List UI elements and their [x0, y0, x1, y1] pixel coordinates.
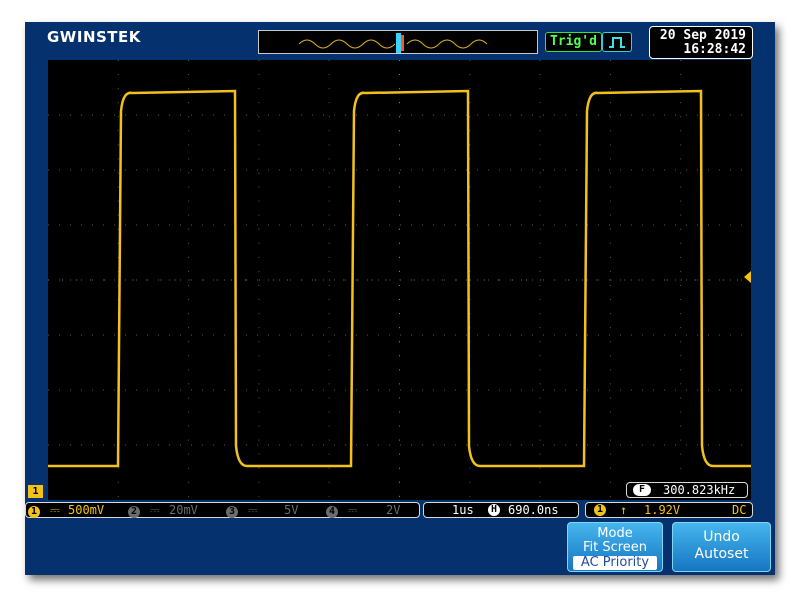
overview-trigger-marker — [401, 35, 404, 51]
timebase-scale: 1us — [452, 503, 474, 517]
autoset-label: Autoset — [694, 546, 749, 562]
time-text: 16:28:42 — [683, 42, 746, 57]
mode-button-title: Mode — [597, 526, 633, 541]
horizontal-position-icon: H — [488, 504, 500, 516]
channel4-badge: 4 — [326, 506, 338, 518]
channel1-waveform — [48, 89, 751, 468]
trigger-coupling: DC — [732, 503, 747, 517]
trigger-status: Trig'd — [545, 32, 602, 52]
date-text: 20 Sep 2019 — [659, 28, 746, 43]
date-time-display: 20 Sep 2019 16:28:42 — [649, 26, 753, 59]
undo-label: Undo — [703, 529, 740, 545]
rising-pulse-icon[interactable] — [602, 32, 632, 52]
trigger-bar[interactable]: 1 ↑ 1.92V DC — [585, 502, 753, 518]
frequency-badge-icon: F — [633, 484, 651, 496]
channel3-badge: 3 — [226, 506, 238, 518]
overview-window-marker — [396, 33, 401, 53]
channel2-badge: 2 — [128, 506, 140, 518]
overview-waveform — [298, 33, 488, 53]
waveform-display[interactable] — [48, 60, 751, 500]
channel1-info[interactable]: 1 — [28, 503, 40, 518]
channel2-coupling-icon: ⎓ — [150, 503, 160, 517]
timebase-bar[interactable]: 1us H 690.0ns — [423, 502, 579, 518]
channel1-badge: 1 — [28, 506, 40, 518]
channel3-info[interactable]: 3 — [226, 503, 238, 518]
trigger-source-badge: 1 — [594, 504, 606, 516]
channel2-info[interactable]: 2 — [128, 503, 140, 518]
channel1-ground-marker: 1 — [28, 485, 43, 498]
channel2-scale: 20mV — [169, 503, 198, 517]
channel4-coupling-icon: ⎓ — [348, 503, 358, 517]
trigger-slope-icon: ↑ — [620, 503, 628, 517]
mode-option-ac-priority: AC Priority — [573, 556, 657, 570]
mode-button[interactable]: Mode Fit Screen AC Priority — [567, 522, 663, 572]
trigger-level: 1.92V — [644, 503, 681, 517]
status-bar: 1 ⎓ 500mV 2 ⎓ 20mV 3 ⎓ 5V 4 ⎓ 2V 1us H 6… — [25, 502, 775, 518]
channel4-info[interactable]: 4 — [326, 503, 338, 518]
trigger-level-marker — [744, 271, 751, 283]
undo-autoset-button[interactable]: Undo Autoset — [672, 522, 771, 572]
channel3-coupling-icon: ⎓ — [248, 503, 258, 517]
channel-settings-bar[interactable]: 1 ⎓ 500mV 2 ⎓ 20mV 3 ⎓ 5V 4 ⎓ 2V — [25, 502, 420, 518]
channel4-scale: 2V — [386, 503, 401, 517]
channel3-scale: 5V — [284, 503, 299, 517]
oscilloscope-display: GWINSTEK Trig'd 20 Sep 2019 16:28:42 1 F… — [25, 22, 775, 575]
brand-logo: GWINSTEK — [47, 28, 141, 46]
channel1-coupling-icon: ⎓ — [50, 503, 60, 517]
horizontal-position-value: 690.0ns — [508, 503, 559, 517]
mode-option-fit-screen: Fit Screen — [582, 540, 648, 555]
graticule — [48, 60, 751, 500]
waveform-overview-bar[interactable] — [258, 30, 538, 54]
channel1-scale: 500mV — [68, 503, 105, 517]
frequency-counter: F 300.823kHz — [626, 482, 748, 498]
frequency-value: 300.823kHz — [663, 483, 736, 497]
